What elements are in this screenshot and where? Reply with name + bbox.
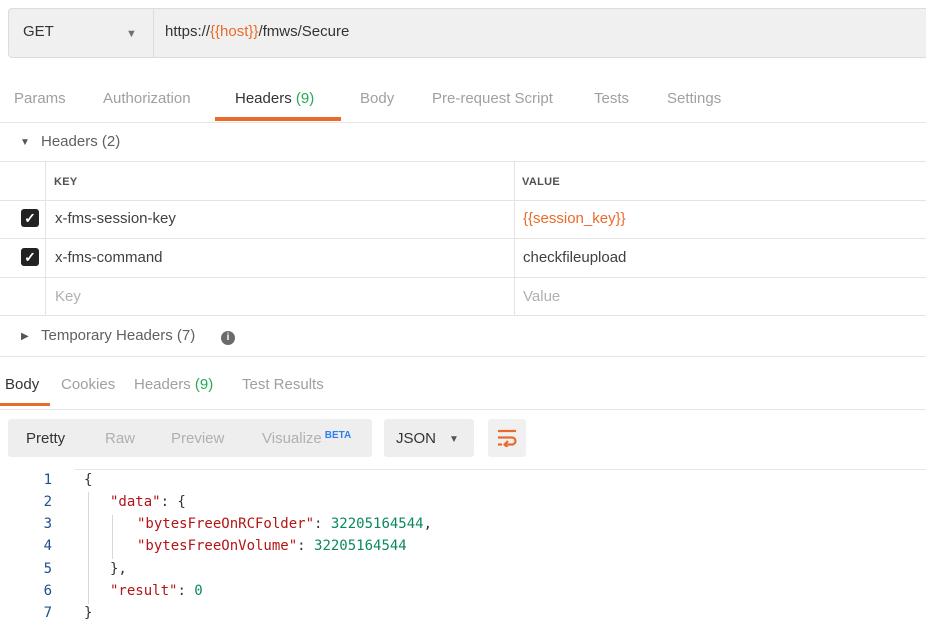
view-preview-button[interactable]: Preview — [171, 430, 224, 447]
json-key: "bytesFreeOnVolume" — [137, 538, 298, 554]
json-key: "data" — [110, 494, 161, 510]
tab-body[interactable]: Body — [360, 90, 394, 107]
header-key-cell[interactable]: x-fms-command — [55, 249, 163, 266]
json-line: "result": 0 — [110, 583, 203, 599]
view-pretty-button[interactable]: Pretty — [26, 430, 65, 447]
table-divider — [0, 161, 926, 162]
json-line: "data": { — [110, 494, 186, 510]
url-host-variable: {{host}} — [210, 23, 259, 40]
table-divider — [0, 315, 926, 316]
line-number: 3 — [43, 516, 52, 532]
table-column-divider — [514, 161, 515, 316]
url-prefix: https:// — [165, 23, 211, 40]
active-tab-indicator — [215, 117, 341, 121]
triangle-down-icon[interactable]: ▼ — [20, 137, 30, 148]
json-key: "result" — [110, 583, 178, 599]
line-number: 5 — [43, 561, 52, 577]
line-number: 4 — [43, 538, 52, 554]
headers-section-title[interactable]: Headers (2) — [41, 133, 120, 150]
line-number: 7 — [43, 605, 52, 621]
tab-tests[interactable]: Tests — [594, 90, 629, 107]
view-raw-button[interactable]: Raw — [105, 430, 135, 447]
tab-authorization[interactable]: Authorization — [103, 90, 191, 107]
header-row-checkbox[interactable]: ✓ — [21, 248, 39, 266]
url-input[interactable]: https://{{host}}/fmws/Secure — [165, 23, 349, 40]
response-tab-test-results[interactable]: Test Results — [242, 376, 324, 393]
tab-headers-count: (9) — [295, 90, 315, 107]
header-value-cell[interactable]: checkfileupload — [523, 249, 626, 266]
column-header-key: KEY — [54, 176, 78, 188]
line-number: 1 — [43, 472, 52, 488]
response-tab-headers-label: Headers — [134, 376, 191, 393]
column-header-value: VALUE — [522, 176, 560, 188]
new-header-value-input[interactable]: Value — [523, 288, 560, 305]
new-header-key-input[interactable]: Key — [55, 288, 81, 305]
line-number: 2 — [43, 494, 52, 510]
indent-guide — [88, 492, 89, 604]
table-divider — [0, 238, 926, 239]
json-key: "bytesFreeOnRCFolder" — [137, 516, 315, 532]
json-punct: : { — [160, 494, 186, 510]
json-number: 32205164544 — [330, 516, 424, 532]
tab-headers-label: Headers — [235, 90, 292, 107]
chevron-down-icon: ▼ — [126, 28, 137, 40]
view-visualize-button[interactable]: Visualize BETA — [262, 430, 351, 447]
response-tab-headers-count: (9) — [194, 376, 214, 393]
json-line: "bytesFreeOnRCFolder": 32205164544, — [137, 516, 433, 532]
format-label: JSON — [396, 430, 437, 447]
header-value-cell[interactable]: {{session_key}} — [523, 210, 626, 227]
tab-params[interactable]: Params — [14, 90, 66, 107]
tab-settings[interactable]: Settings — [667, 90, 721, 107]
url-path: /fmws/Secure — [258, 23, 350, 40]
header-key-cell[interactable]: x-fms-session-key — [55, 210, 176, 227]
method-label: GET — [23, 23, 54, 40]
info-icon[interactable]: i — [221, 331, 235, 345]
visualize-label: Visualize — [262, 430, 322, 447]
table-column-divider — [45, 161, 46, 316]
response-tab-body[interactable]: Body — [5, 376, 39, 393]
table-divider — [0, 277, 926, 278]
indent-guide — [112, 515, 113, 559]
response-tab-cookies[interactable]: Cookies — [61, 376, 115, 393]
triangle-right-icon[interactable]: ▶ — [21, 331, 29, 342]
wrap-lines-icon — [498, 429, 517, 447]
json-line: "bytesFreeOnVolume": 32205164544 — [137, 538, 407, 554]
code-editor-border — [75, 469, 926, 470]
chevron-down-icon: ▼ — [449, 434, 459, 445]
beta-badge: BETA — [324, 430, 352, 441]
json-number: 32205164544 — [314, 538, 407, 554]
request-url-bar: GET ▼ https://{{host}}/fmws/Secure — [8, 8, 926, 58]
tab-headers[interactable]: Headers (9) — [235, 90, 314, 107]
temporary-headers-title[interactable]: Temporary Headers (7) — [41, 327, 195, 344]
table-divider — [0, 200, 926, 201]
line-number: 6 — [43, 583, 52, 599]
header-row-checkbox[interactable]: ✓ — [21, 209, 39, 227]
response-tab-headers[interactable]: Headers (9) — [134, 376, 213, 393]
json-line: } — [84, 605, 93, 621]
json-line: { — [84, 472, 93, 488]
active-response-tab-indicator — [0, 403, 50, 406]
tab-pre-request-script[interactable]: Pre-request Script — [432, 90, 553, 107]
format-select[interactable]: JSON ▼ — [384, 419, 474, 457]
wrap-lines-button[interactable] — [488, 419, 526, 457]
json-number: 0 — [194, 583, 203, 599]
method-select[interactable]: GET ▼ — [9, 9, 154, 57]
json-line: }, — [110, 561, 127, 577]
